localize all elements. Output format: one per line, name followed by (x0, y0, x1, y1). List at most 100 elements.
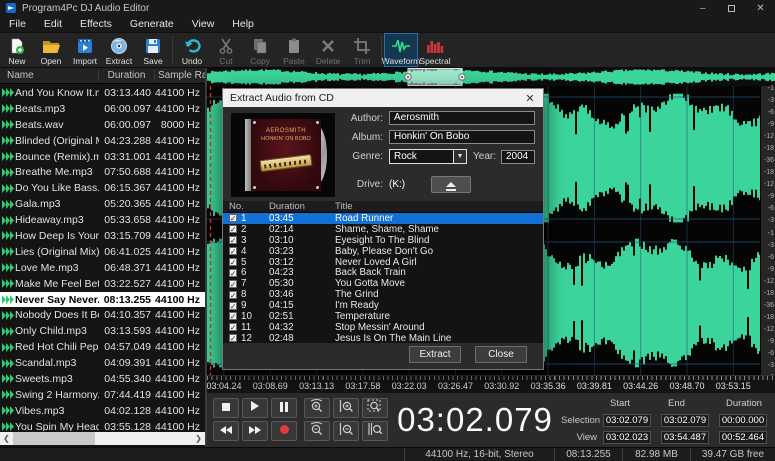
track-row[interactable]: ✓803:46The Grind (223, 289, 543, 300)
menu-help[interactable]: Help (223, 16, 263, 33)
rewind-button[interactable] (213, 421, 239, 441)
trim-button[interactable]: Trim (345, 33, 379, 67)
menu-generate[interactable]: Generate (121, 16, 183, 33)
menu-view[interactable]: View (183, 16, 224, 33)
column-header-duration[interactable]: Duration (99, 70, 155, 81)
track-row[interactable]: ✓503:12Never Loved A Girl (223, 257, 543, 268)
spectral-view-button[interactable]: Spectral (418, 33, 452, 67)
close-button[interactable]: ✕ (746, 0, 775, 16)
track-checkbox[interactable]: ✓ (229, 269, 237, 277)
scrollbar-thumb[interactable] (13, 432, 95, 445)
column-header-name[interactable]: Name (0, 70, 99, 81)
genre-dropdown[interactable]: Rock ▼ (389, 149, 467, 164)
extract-confirm-button[interactable]: Extract (409, 346, 461, 363)
file-list-horizontal-scrollbar[interactable]: ❮ ❯ (0, 432, 205, 445)
year-field[interactable]: 2004 (501, 150, 535, 164)
dialog-close-action-button[interactable]: Close (475, 346, 527, 363)
new-button[interactable]: New (0, 33, 34, 67)
column-header-no[interactable]: No. (223, 201, 269, 212)
selection-start-field[interactable]: 03:02.079 (603, 414, 651, 427)
file-row[interactable]: Never Say Never.mp308:13.25544100 Hz (0, 292, 205, 308)
selection-end-field[interactable]: 03:02.079 (661, 414, 709, 427)
track-row[interactable]: ✓705:30You Gotta Move (223, 278, 543, 289)
file-row[interactable]: Bounce (Remix).mp303:31.00144100 Hz (0, 149, 205, 165)
file-row[interactable]: Do You Like Bass.mp306:15.36744100 Hz (0, 180, 205, 196)
extract-button[interactable]: Extract (102, 33, 136, 67)
play-button[interactable] (242, 398, 268, 418)
track-row[interactable]: ✓1202:48Jesus Is On The Main Line (223, 333, 543, 344)
file-row[interactable]: Nobody Does It Better.mp304:10.35744100 … (0, 307, 205, 323)
eject-button[interactable] (431, 176, 471, 193)
dialog-close-button[interactable]: ✕ (517, 92, 543, 105)
track-checkbox[interactable]: ✓ (229, 334, 237, 342)
minimize-button[interactable]: – (688, 0, 717, 16)
zoom-out-vertical-button[interactable] (333, 421, 359, 441)
track-checkbox[interactable]: ✓ (229, 258, 237, 266)
menu-edit[interactable]: Edit (35, 16, 71, 33)
pause-button[interactable] (271, 398, 297, 418)
file-row[interactable]: Breathe Me.mp307:50.68844100 Hz (0, 164, 205, 180)
file-row[interactable]: Sweets.mp304:55.34044100 Hz (0, 371, 205, 387)
track-checkbox[interactable]: ✓ (229, 236, 237, 244)
file-row[interactable]: Scandal.mp304:09.39144100 Hz (0, 355, 205, 371)
file-row[interactable]: Hideaway.mp305:33.65844100 Hz (0, 212, 205, 228)
selection-duration-field[interactable]: 00:00.000 (719, 414, 767, 427)
track-row[interactable]: ✓1104:32Stop Messin' Around (223, 322, 543, 333)
column-header-sample-rate[interactable]: Sample Rate (155, 70, 205, 81)
file-row[interactable]: Beats.mp306:00.09744100 Hz (0, 101, 205, 117)
track-checkbox[interactable]: ✓ (229, 312, 237, 320)
zoom-in-vertical-button[interactable] (333, 398, 359, 418)
import-button[interactable]: Import (68, 33, 102, 67)
track-row[interactable]: ✓103:45Road Runner (223, 213, 543, 224)
save-button[interactable]: Save (136, 33, 170, 67)
file-row[interactable]: Vibes.mp304:02.12844100 Hz (0, 403, 205, 419)
track-checkbox[interactable]: ✓ (229, 291, 237, 299)
waveform-view-button[interactable]: Waveform (384, 33, 418, 67)
paste-button[interactable]: Paste (277, 33, 311, 67)
file-row[interactable]: Blinded (Original Mix).mp304:23.28844100… (0, 133, 205, 149)
file-row[interactable]: Swing 2 Harmony.mp307:44.41944100 Hz (0, 387, 205, 403)
track-checkbox[interactable]: ✓ (229, 225, 237, 233)
track-row[interactable]: ✓303:10Eyesight To The Blind (223, 235, 543, 246)
open-button[interactable]: Open (34, 33, 68, 67)
maximize-button[interactable] (717, 0, 746, 16)
file-row[interactable]: Make Me Feel Better.mp303:22.52744100 Hz (0, 276, 205, 292)
zoom-in-horizontal-button[interactable] (304, 398, 330, 418)
waveform-overview-strip[interactable] (207, 68, 775, 86)
file-row[interactable]: Only Child.mp303:13.59344100 Hz (0, 323, 205, 339)
copy-button[interactable]: Copy (243, 33, 277, 67)
file-row[interactable]: Love Me.mp306:48.37144100 Hz (0, 260, 205, 276)
stop-button[interactable] (213, 398, 239, 418)
fast-forward-button[interactable] (242, 421, 268, 441)
file-row[interactable]: Red Hot Chili Peppers.mp304:57.04944100 … (0, 339, 205, 355)
view-end-field[interactable]: 03:54.487 (661, 431, 709, 444)
track-row[interactable]: ✓202:14Shame, Shame, Shame (223, 224, 543, 235)
record-button[interactable] (271, 421, 297, 441)
column-header-title[interactable]: Title (315, 201, 543, 212)
track-row[interactable]: ✓904:15I'm Ready (223, 300, 543, 311)
menu-effects[interactable]: Effects (71, 16, 121, 33)
scroll-left-arrow[interactable]: ❮ (0, 434, 13, 443)
track-checkbox[interactable]: ✓ (229, 323, 237, 331)
author-field[interactable]: Aerosmith (389, 111, 535, 125)
scroll-right-arrow[interactable]: ❯ (192, 434, 205, 443)
chevron-down-icon[interactable]: ▼ (453, 150, 466, 163)
menu-file[interactable]: File (0, 16, 35, 33)
track-row[interactable]: ✓403:23Baby, Please Don't Go (223, 246, 543, 257)
track-checkbox[interactable]: ✓ (229, 214, 237, 222)
track-checkbox[interactable]: ✓ (229, 302, 237, 310)
timeline-ruler[interactable]: 03:04.2403:08.6903:13.1303:17.5803:22.03… (207, 375, 775, 393)
cut-button[interactable]: Cut (209, 33, 243, 67)
file-row[interactable]: Beats.wav06:00.0978000 Hz (0, 117, 205, 133)
file-row[interactable]: How Deep Is Your Love.mp303:15.70944100 … (0, 228, 205, 244)
file-row[interactable]: And You Know It.mp303:13.44044100 Hz (0, 85, 205, 101)
file-row[interactable]: You Spin My Head Right Round...03:55.128… (0, 419, 205, 431)
track-row[interactable]: ✓1002:51Temperature (223, 311, 543, 322)
view-start-field[interactable]: 03:02.023 (603, 431, 651, 444)
track-checkbox[interactable]: ✓ (229, 247, 237, 255)
track-row[interactable]: ✓604:23Back Back Train (223, 267, 543, 278)
column-header-track-duration[interactable]: Duration (269, 201, 315, 212)
view-duration-field[interactable]: 00:52.464 (719, 431, 767, 444)
track-checkbox[interactable]: ✓ (229, 280, 237, 288)
file-row[interactable]: Gala.mp305:20.36544100 Hz (0, 196, 205, 212)
